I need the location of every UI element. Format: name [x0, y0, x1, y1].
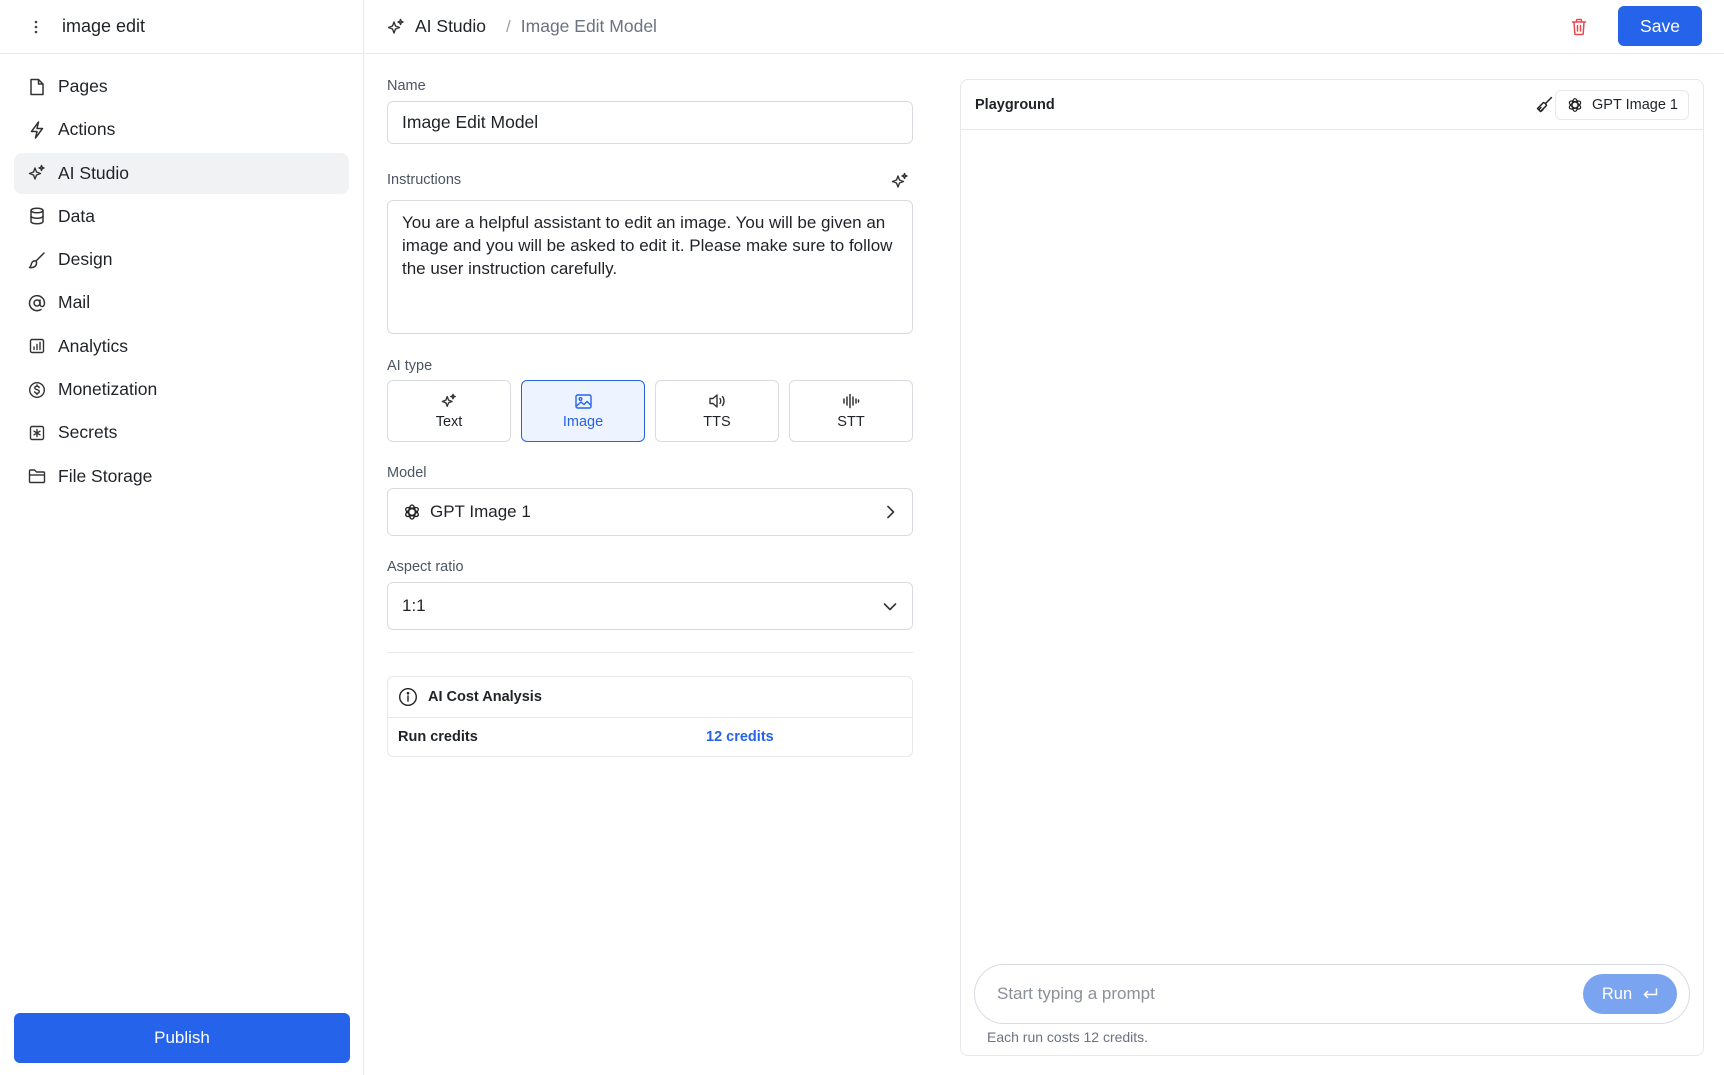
instructions-textarea[interactable]: You are a helpful assistant to edit an i… — [387, 200, 913, 334]
sidebar-item-secrets[interactable]: Secrets — [14, 412, 349, 453]
sparkles-icon — [387, 18, 405, 36]
database-icon — [28, 207, 46, 225]
model-selected-value: GPT Image 1 — [430, 502, 531, 521]
sidebar-header: image edit — [0, 0, 363, 54]
folder-icon — [28, 467, 46, 485]
run-credits-value: 12 credits — [706, 729, 774, 745]
speaker-icon — [708, 392, 726, 410]
playground-model-badge[interactable]: GPT Image 1 — [1555, 90, 1689, 120]
prompt-bar: Run — [974, 964, 1690, 1024]
ai-type-text-button[interactable]: Text — [387, 380, 511, 442]
section-divider — [387, 652, 913, 653]
aspect-ratio-select[interactable]: 1:1 — [387, 582, 913, 630]
brush-icon — [28, 251, 46, 269]
instructions-label: Instructions — [387, 172, 462, 188]
sidebar: image edit Pages Actions AI Studio Data — [0, 0, 364, 1075]
name-input[interactable] — [387, 101, 913, 144]
trash-icon — [1571, 18, 1587, 36]
asterisk-box-icon — [28, 424, 46, 442]
run-credits-label: Run credits — [398, 729, 478, 745]
ai-type-image-button[interactable]: Image — [521, 380, 645, 442]
ai-type-stt-button[interactable]: STT — [789, 380, 913, 442]
ai-type-label-image: Image — [562, 414, 604, 430]
info-icon — [398, 687, 418, 707]
ai-cost-analysis-panel: AI Cost Analysis Run credits 12 credits — [387, 676, 913, 757]
image-icon — [574, 392, 592, 410]
ai-type-label: AI type — [387, 358, 433, 374]
clear-chat-broom-icon[interactable] — [1535, 96, 1553, 114]
top-bar: AI Studio / Image Edit Model Save — [365, 0, 1724, 54]
chevron-down-icon — [882, 598, 898, 614]
aspect-ratio-value: 1:1 — [402, 596, 426, 615]
ai-type-label-tts: TTS — [703, 414, 731, 430]
playground-title: Playground — [975, 96, 1055, 113]
sparkles-icon — [440, 392, 458, 410]
sidebar-item-file-storage[interactable]: File Storage — [14, 456, 349, 497]
playground-panel: Playground GPT Image 1 Run Each run cost… — [960, 79, 1704, 1056]
delete-button[interactable] — [1568, 16, 1590, 38]
sidebar-item-design[interactable]: Design — [14, 239, 349, 280]
sidebar-item-label: Monetization — [58, 379, 158, 400]
sidebar-item-actions[interactable]: Actions — [14, 109, 349, 150]
bolt-icon — [28, 121, 46, 139]
file-icon — [28, 78, 46, 96]
save-button[interactable]: Save — [1618, 6, 1702, 46]
run-cost-note: Each run costs 12 credits. — [987, 1029, 1149, 1045]
ai-type-label-text: Text — [435, 414, 463, 430]
model-selector[interactable]: GPT Image 1 — [387, 488, 913, 536]
sidebar-item-label: AI Studio — [58, 162, 130, 183]
waveform-icon — [842, 392, 860, 410]
sidebar-item-label: Data — [58, 205, 95, 226]
sidebar-item-label: Analytics — [58, 335, 129, 356]
ai-type-selector: Text Image TTS STT — [387, 380, 913, 442]
dollar-circle-icon — [28, 381, 46, 399]
breadcrumb-current: Image Edit Model — [520, 16, 657, 36]
project-name: image edit — [62, 16, 146, 36]
ai-cost-header: AI Cost Analysis — [388, 677, 912, 718]
ai-generate-instructions-icon[interactable] — [891, 172, 909, 190]
openai-icon — [1566, 96, 1584, 114]
sidebar-item-ai-studio[interactable]: AI Studio — [14, 152, 349, 194]
publish-button[interactable]: Publish — [14, 1013, 350, 1063]
enter-key-icon — [1642, 987, 1658, 1001]
breadcrumb-separator: / — [506, 16, 511, 36]
sidebar-item-label: Secrets — [58, 422, 118, 443]
playground-model-label: GPT Image 1 — [1592, 97, 1678, 113]
sidebar-item-label: Pages — [58, 76, 108, 96]
ai-type-label-stt: STT — [837, 414, 865, 430]
run-credits-row: Run credits 12 credits — [388, 718, 912, 756]
model-label: Model — [387, 465, 427, 481]
name-label: Name — [387, 78, 426, 94]
chart-icon — [28, 337, 46, 355]
kebab-menu-icon[interactable] — [26, 15, 46, 39]
sidebar-nav: Pages Actions AI Studio Data Design Mail… — [0, 54, 363, 497]
run-button-label: Run — [1601, 984, 1633, 1003]
chevron-right-icon — [882, 504, 898, 520]
sidebar-item-label: Actions — [58, 119, 116, 140]
ai-type-tts-button[interactable]: TTS — [655, 380, 779, 442]
openai-icon — [402, 502, 422, 522]
ai-cost-title: AI Cost Analysis — [428, 689, 542, 705]
run-button[interactable]: Run — [1583, 974, 1677, 1014]
at-icon — [28, 294, 46, 312]
sidebar-item-label: Design — [58, 249, 113, 270]
sidebar-item-pages[interactable]: Pages — [14, 66, 349, 107]
sparkles-icon — [28, 164, 46, 182]
sidebar-item-label: Mail — [58, 292, 91, 313]
playground-header: Playground GPT Image 1 — [961, 80, 1703, 130]
sidebar-item-data[interactable]: Data — [14, 196, 349, 237]
sidebar-item-monetization[interactable]: Monetization — [14, 369, 349, 410]
sidebar-item-analytics[interactable]: Analytics — [14, 326, 349, 367]
sidebar-item-label: File Storage — [58, 465, 153, 486]
breadcrumb-root-link[interactable]: AI Studio — [415, 16, 486, 37]
aspect-ratio-label: Aspect ratio — [387, 559, 464, 575]
sidebar-item-mail[interactable]: Mail — [14, 282, 349, 323]
